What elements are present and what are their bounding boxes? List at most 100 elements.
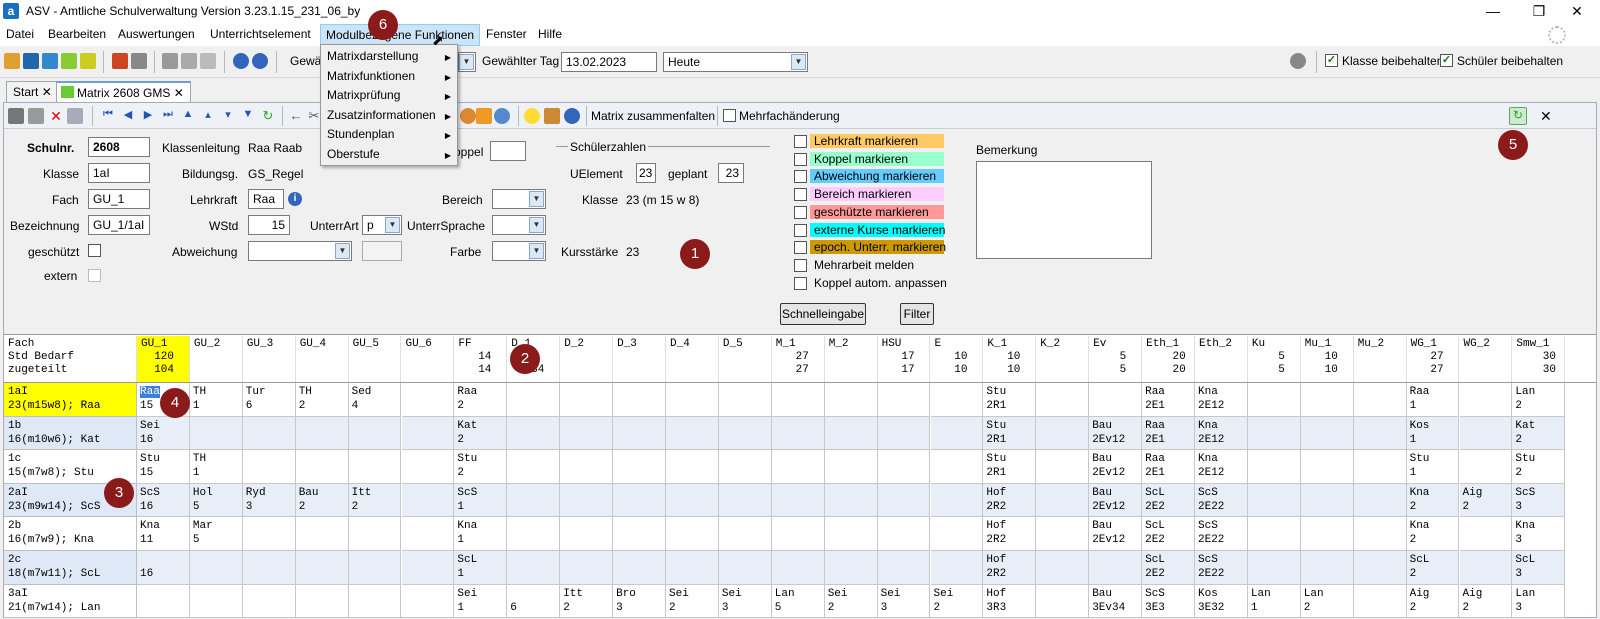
matrix-cell[interactable]: Tur 6 [242,383,296,417]
matrix-cell[interactable] [930,416,984,451]
column-header[interactable]: M_1 27 27 [771,336,825,382]
close-icon[interactable]: ✕ [42,85,52,99]
matrix-cell[interactable] [1247,450,1301,484]
column-header[interactable]: HSU 17 17 [877,336,931,382]
document-icon[interactable] [131,53,147,69]
marker-checkbox[interactable] [794,223,807,237]
matrix-cell[interactable] [1036,416,1090,451]
matrix-cell[interactable] [824,450,878,484]
matrix-cell[interactable]: Kat 2 [1512,416,1566,451]
matrix-cell[interactable]: TH 1 [189,450,243,484]
matrix-cell[interactable]: Sei 16 [137,416,190,451]
lock-icon[interactable] [1290,53,1306,69]
matrix-cell[interactable] [718,483,772,518]
matrix-cell[interactable]: Stu 15 [137,450,190,484]
selected-cell-text[interactable]: Raa [140,386,160,398]
arrow-left-icon[interactable]: ← [288,108,304,124]
column-header[interactable]: FF 14 14 [454,336,508,382]
column-header[interactable]: Mu_1 10 10 [1300,336,1354,382]
matrix-cell[interactable]: Sei 3 [718,584,772,619]
matrix-cell[interactable] [877,551,931,585]
schueler-beibehalten-checkbox[interactable]: ✓ [1440,54,1453,67]
matrix-cell[interactable]: 16 [137,551,190,585]
matrix-cell[interactable] [1036,383,1090,417]
column-header[interactable]: GU_4 [295,336,349,382]
info-icon[interactable]: i [288,192,302,206]
matrix-cell[interactable] [613,551,666,585]
menu-datei[interactable]: Datei [6,27,34,41]
stack-icon[interactable] [181,53,197,69]
matrix-cell[interactable] [1089,383,1143,417]
matrix-cell[interactable] [242,416,296,451]
matrix-cell[interactable] [771,551,825,585]
matrix-cell[interactable] [718,383,772,417]
marker-checkbox[interactable] [794,170,807,184]
book-icon[interactable] [112,53,128,69]
matrix-cell[interactable] [718,450,772,484]
matrix-cell[interactable]: Itt 2 [348,483,402,518]
last-icon[interactable]: ⏭ [160,108,176,124]
matrix-cell[interactable] [189,584,243,619]
dropdown-item[interactable]: Matrixprüfung [327,88,400,102]
move-down-icon[interactable]: ▾ [220,108,236,124]
matrix-cell[interactable] [771,483,825,518]
marker-checkbox[interactable] [794,205,807,219]
matrix-cell[interactable] [242,450,296,484]
first-icon[interactable]: ⏮ [100,108,116,124]
move-bottom-icon[interactable]: ▼ [240,108,256,124]
lightbulb-icon[interactable] [524,108,540,124]
matrix-cell[interactable]: ScL 3 [1512,551,1566,585]
matrix-cell[interactable] [718,416,772,451]
previous-icon[interactable]: ◀ [120,108,136,124]
lehrkraft-field[interactable]: Raa [248,189,284,209]
matrix-cell[interactable] [189,416,243,451]
matrix-cell[interactable]: Lan 2 [1300,584,1354,619]
matrix-cell[interactable] [295,517,349,551]
column-header[interactable]: E 10 10 [930,336,984,382]
column-header[interactable]: GU_6 [401,336,455,382]
matrix-cell[interactable] [401,450,455,484]
untersprache-select[interactable]: ▼ [492,215,546,235]
matrix-cell[interactable] [507,383,561,417]
marker-checkbox[interactable] [794,188,807,202]
matrix-cell[interactable] [1300,551,1354,585]
matrix-cell[interactable] [242,584,296,619]
dropdown-item[interactable]: Zusatzinformationen [327,108,436,122]
date-field[interactable]: 13.02.2023 [561,52,657,72]
matrix-cell[interactable] [348,584,402,619]
row-header[interactable]: 3aI 21(m7w14); Lan [4,584,137,619]
matrix-cell[interactable] [1353,416,1407,451]
copy-icon[interactable] [162,53,178,69]
matrix-cell[interactable] [1459,517,1513,551]
farbe-select[interactable]: ▼ [492,241,546,261]
matrix-cell[interactable] [1300,383,1354,417]
matrix-cell[interactable] [242,551,296,585]
matrix-cell[interactable] [560,517,614,551]
close-window-button[interactable]: ✕ [1554,0,1600,24]
matrix-cell[interactable]: Bau 2Ev12 [1089,483,1143,518]
matrix-cell[interactable] [1247,416,1301,451]
heute-select[interactable]: Heute ▼ [663,52,808,72]
matrix-cell[interactable]: Kat 2 [454,416,508,451]
matrix-cell[interactable] [718,551,772,585]
matrix-cell[interactable] [1459,551,1513,585]
matrix-cell[interactable]: Lan 3 [1512,584,1566,619]
matrix-cell[interactable] [1353,517,1407,551]
column-header[interactable]: Eth_2 [1195,336,1248,382]
matrix-cell[interactable] [1247,551,1301,585]
column-header[interactable]: D_4 [666,336,719,382]
matrix-cell[interactable]: Aig 2 [1459,584,1513,619]
matrix-cell[interactable]: Bau 2Ev12 [1089,416,1143,451]
matrix-cell[interactable]: Raa 1 [1406,383,1460,417]
matrix-cell[interactable] [930,450,984,484]
matrix-cell[interactable]: Sei 2 [666,584,719,619]
menu-unterrichtselement[interactable]: Unterrichtselement [210,27,311,41]
column-header[interactable]: GU_3 [242,336,296,382]
matrix-cell[interactable] [295,450,349,484]
matrix-cell[interactable] [771,450,825,484]
matrix-cell[interactable] [1036,483,1090,518]
broom-icon[interactable] [476,108,492,124]
matrix-cell[interactable]: ScL 2 [1406,551,1460,585]
matrix-cell[interactable] [1036,517,1090,551]
mehrfachaenderung-checkbox[interactable] [723,109,736,122]
